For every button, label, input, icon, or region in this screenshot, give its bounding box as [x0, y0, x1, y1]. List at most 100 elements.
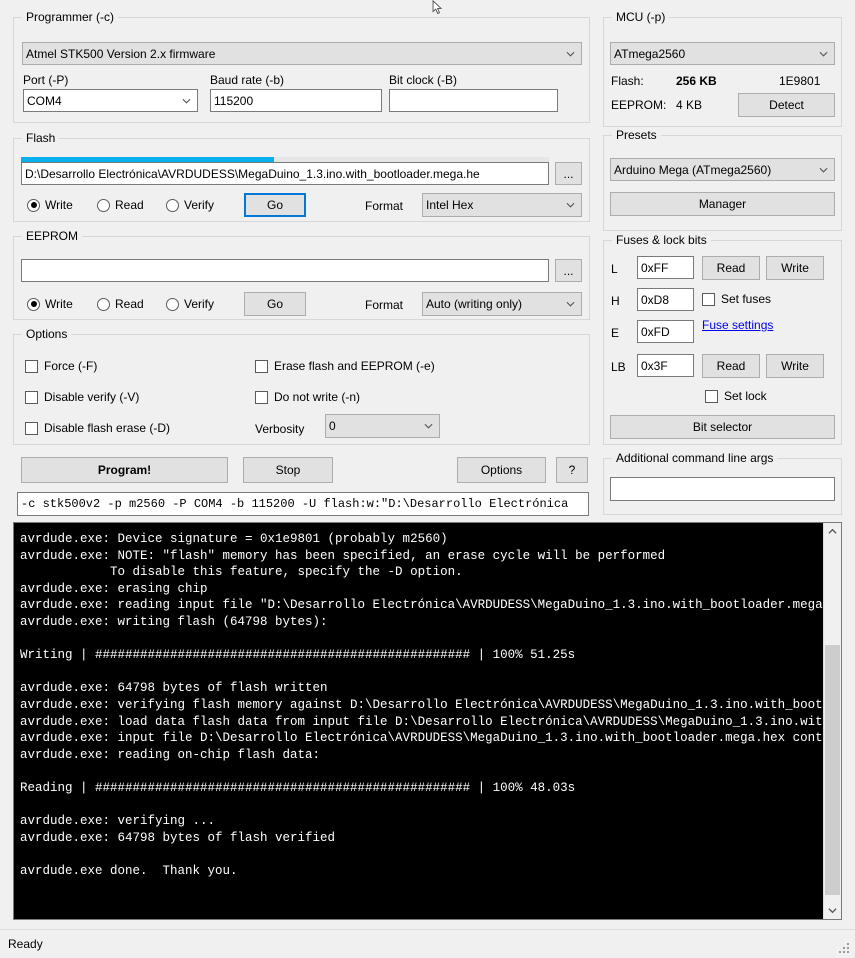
additional-args-legend: Additional command line args: [612, 451, 778, 465]
console-text[interactable]: avrdude.exe: Device signature = 0x1e9801…: [14, 523, 823, 919]
flash-browse-label: ...: [563, 166, 574, 181]
detect-button-label: Detect: [769, 98, 804, 112]
console-scrollbar[interactable]: [823, 523, 841, 919]
device-signature-value: 1E9801: [779, 74, 821, 88]
eeprom-go-button[interactable]: Go: [244, 292, 306, 316]
console-line: avrdude.exe: Device signature = 0x1e9801…: [20, 532, 448, 546]
eeprom-format-combo[interactable]: Auto (writing only): [422, 292, 582, 316]
set-lock-label: Set lock: [724, 389, 767, 403]
flash-go-button[interactable]: Go: [244, 193, 306, 217]
do-not-write-checkbox[interactable]: Do not write (-n): [255, 390, 360, 404]
mouse-cursor-icon: [432, 0, 443, 15]
lock-write-button[interactable]: Write: [766, 354, 824, 378]
force-label: Force (-F): [44, 359, 98, 373]
flash-file-value: D:\Desarrollo Electrónica\AVRDUDESS\Mega…: [25, 166, 480, 181]
additional-args-input[interactable]: [610, 477, 835, 501]
verbosity-value: 0: [329, 419, 336, 433]
flash-verify-label: Verify: [184, 198, 215, 212]
eeprom-write-radio[interactable]: Write: [27, 297, 73, 311]
flash-write-radio[interactable]: Write: [27, 198, 73, 212]
bit-clock-input[interactable]: [389, 89, 558, 112]
console-line: avrdude.exe: NOTE: "flash" memory has be…: [20, 548, 666, 563]
radio-dot-icon: [27, 198, 40, 212]
mcu-combo[interactable]: ATmega2560: [610, 42, 835, 65]
checkbox-icon: [25, 359, 38, 373]
presets-combo-value: Arduino Mega (ATmega2560): [614, 162, 772, 177]
checkbox-icon: [255, 359, 268, 373]
scrollbar-thumb[interactable]: [825, 645, 840, 895]
fuse-write-button[interactable]: Write: [766, 256, 824, 280]
console-line: avrdude.exe: writing flash (64798 bytes)…: [20, 614, 328, 629]
flash-file-input[interactable]: D:\Desarrollo Electrónica\AVRDUDESS\Mega…: [21, 162, 549, 185]
eeprom-go-label: Go: [266, 297, 283, 311]
radio-dot-icon: [97, 198, 110, 212]
eeprom-file-input[interactable]: [21, 259, 549, 282]
help-button[interactable]: ?: [556, 457, 588, 483]
checkbox-icon: [25, 421, 38, 435]
checkbox-icon: [705, 389, 718, 403]
options-group-legend: Options: [22, 327, 72, 341]
command-line-input[interactable]: -c stk500v2 -p m2560 -P COM4 -b 115200 -…: [17, 492, 589, 516]
program-button[interactable]: Program!: [21, 457, 228, 483]
scroll-up-button[interactable]: [824, 523, 841, 540]
fuse-l-value: 0xFF: [641, 260, 669, 275]
flash-browse-button[interactable]: ...: [555, 162, 582, 185]
fuse-l-input[interactable]: 0xFF: [637, 256, 694, 279]
chevron-down-icon: [566, 49, 575, 58]
eeprom-verify-radio[interactable]: Verify: [166, 297, 214, 311]
eeprom-browse-label: ...: [563, 263, 574, 278]
fuse-read-label: Read: [716, 261, 746, 275]
stop-button[interactable]: Stop: [243, 457, 333, 483]
verbosity-combo[interactable]: 0: [325, 414, 440, 438]
eeprom-read-radio[interactable]: Read: [97, 297, 144, 311]
mcu-group-legend: MCU (-p): [612, 10, 670, 24]
presets-combo[interactable]: Arduino Mega (ATmega2560): [610, 158, 835, 181]
lock-read-label: Read: [716, 359, 746, 373]
programmer-group-legend: Programmer (-c): [22, 10, 119, 24]
options-button[interactable]: Options: [457, 457, 546, 483]
fuse-settings-link[interactable]: Fuse settings: [702, 318, 773, 332]
eeprom-size-label: EEPROM:: [611, 98, 667, 112]
fuse-e-input[interactable]: 0xFD: [637, 320, 694, 343]
baud-rate-input[interactable]: 115200: [210, 89, 382, 112]
bit-selector-label: Bit selector: [692, 420, 753, 434]
disable-flash-erase-checkbox[interactable]: Disable flash erase (-D): [25, 421, 170, 435]
verbosity-label: Verbosity: [255, 422, 305, 436]
set-lock-checkbox[interactable]: Set lock: [705, 389, 767, 403]
erase-flash-eeprom-checkbox[interactable]: Erase flash and EEPROM (-e): [255, 359, 435, 373]
scroll-down-button[interactable]: [824, 902, 841, 919]
fuse-h-value: 0xD8: [641, 292, 670, 307]
port-combo[interactable]: COM4: [23, 89, 198, 112]
stop-button-label: Stop: [275, 463, 301, 477]
radio-dot-icon: [166, 198, 179, 212]
flash-format-combo[interactable]: Intel Hex: [422, 193, 582, 217]
fuse-read-button[interactable]: Read: [702, 256, 760, 280]
eeprom-read-label: Read: [115, 297, 144, 311]
lock-bits-input[interactable]: 0x3F: [637, 354, 694, 377]
preset-manager-button[interactable]: Manager: [610, 192, 835, 216]
console-line: avrdude.exe: 64798 bytes of flash writte…: [20, 681, 328, 696]
eeprom-browse-button[interactable]: ...: [555, 259, 582, 282]
detect-button[interactable]: Detect: [738, 93, 835, 117]
lock-read-button[interactable]: Read: [702, 354, 760, 378]
chevron-down-icon: [819, 49, 828, 58]
flash-read-radio[interactable]: Read: [97, 198, 144, 212]
set-fuses-checkbox[interactable]: Set fuses: [702, 292, 771, 306]
checkbox-icon: [702, 292, 715, 306]
bit-selector-button[interactable]: Bit selector: [610, 415, 835, 439]
force-checkbox[interactable]: Force (-F): [25, 359, 97, 373]
disable-verify-checkbox[interactable]: Disable verify (-V): [25, 390, 139, 404]
chevron-down-icon: [566, 201, 575, 210]
mcu-combo-value: ATmega2560: [614, 46, 686, 61]
programmer-combo[interactable]: Atmel STK500 Version 2.x firmware: [22, 42, 582, 65]
checkbox-icon: [25, 390, 38, 404]
flash-verify-radio[interactable]: Verify: [166, 198, 214, 212]
console-line: avrdude.exe: verifying ...: [20, 814, 216, 829]
eeprom-format-label: Format: [365, 298, 404, 312]
flash-group: Flash D:\Desarrollo Electrónica\AVRDUDES…: [13, 131, 590, 222]
fuse-e-label: E: [611, 326, 620, 340]
resize-grip-icon[interactable]: [839, 943, 851, 955]
fuse-h-input[interactable]: 0xD8: [637, 288, 694, 311]
